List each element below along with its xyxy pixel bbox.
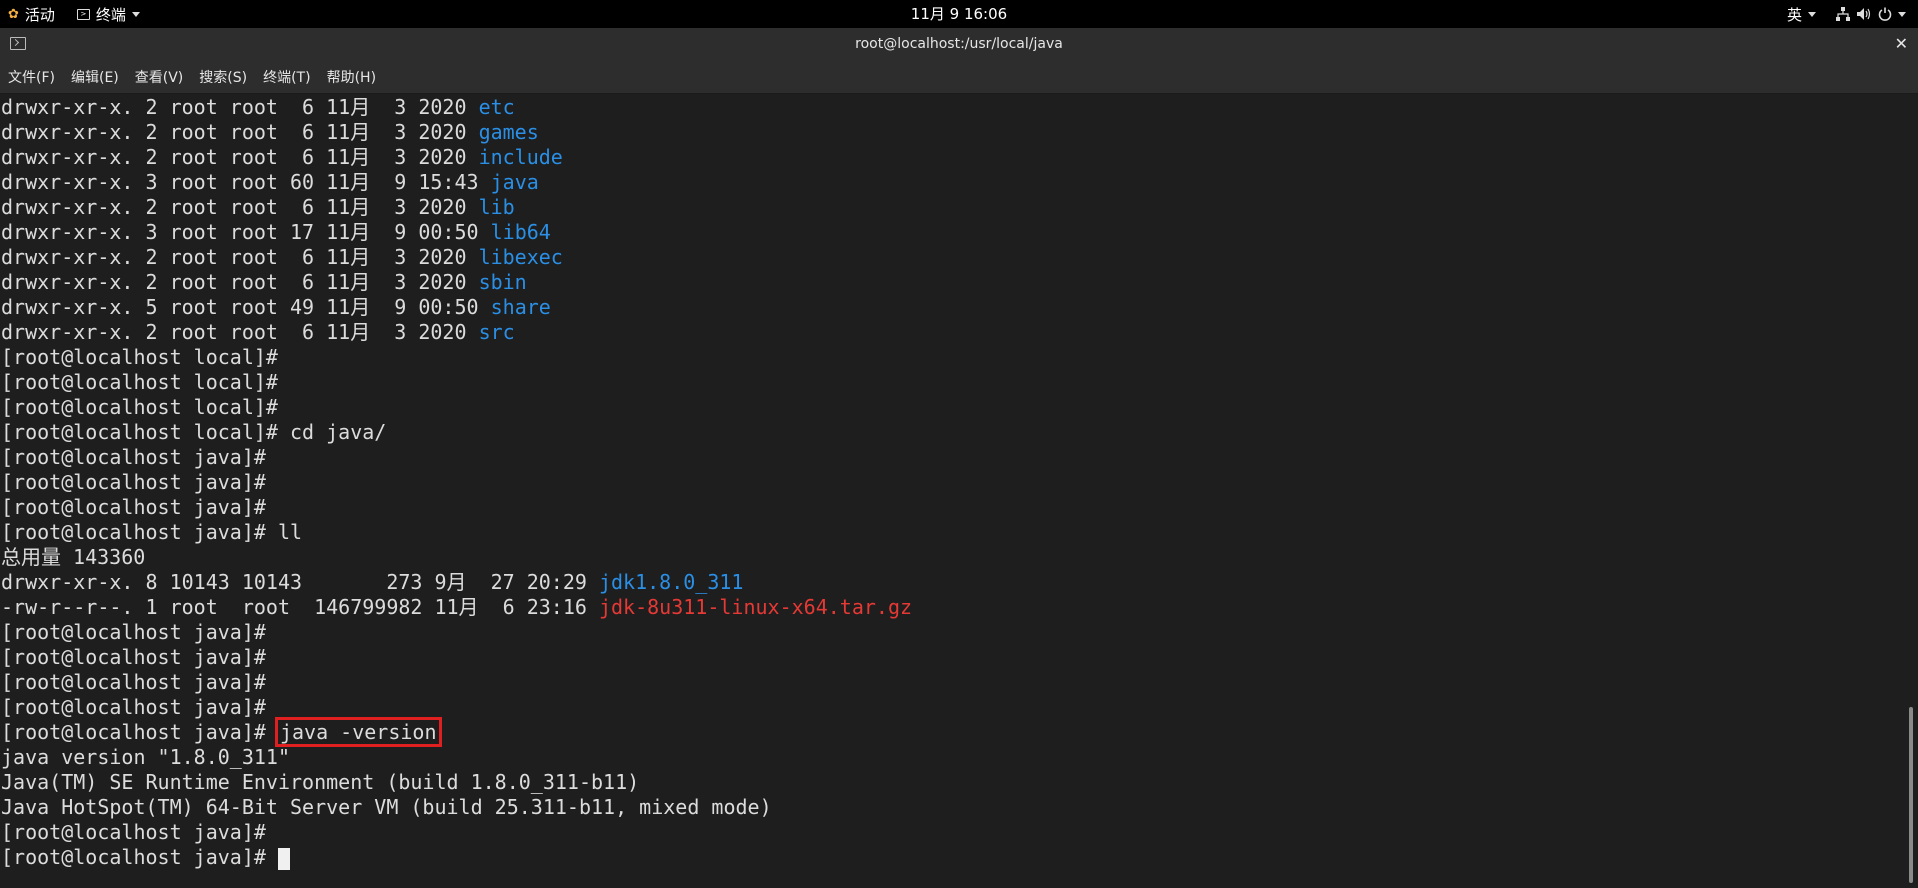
menu-search[interactable]: 搜索(S) bbox=[199, 67, 247, 87]
terminal-line: [root@localhost java]# bbox=[1, 470, 266, 494]
terminal-line: [root@localhost java]# bbox=[1, 445, 266, 469]
dir-name: include bbox=[478, 145, 563, 169]
terminal-line: drwxr-xr-x. 2 root root 6 11月 3 2020 etc bbox=[1, 95, 515, 119]
window-title-bar[interactable]: root@localhost:/usr/local/java ✕ bbox=[0, 28, 1918, 60]
chevron-down-icon bbox=[1808, 11, 1816, 17]
network-icon bbox=[1836, 7, 1850, 21]
terminal-line: [root@localhost java]# bbox=[1, 670, 266, 694]
terminal-line: drwxr-xr-x. 3 root root 17 11月 9 00:50 l… bbox=[1, 220, 551, 244]
text-cursor bbox=[277, 847, 290, 870]
chevron-down-icon bbox=[131, 11, 140, 17]
terminal-line: Java HotSpot(TM) 64-Bit Server VM (build… bbox=[1, 795, 772, 819]
terminal-line: -rw-r--r--. 1 root root 146799982 11月 6 … bbox=[1, 595, 913, 619]
terminal-line: drwxr-xr-x. 2 root root 6 11月 3 2020 inc… bbox=[1, 145, 563, 169]
activities-button[interactable]: ✿ 活动 bbox=[8, 4, 55, 25]
terminal-line: [root@localhost java]# bbox=[1, 820, 266, 844]
terminal-line: drwxr-xr-x. 2 root root 6 11月 3 2020 gam… bbox=[1, 120, 539, 144]
terminal-line: drwxr-xr-x. 3 root root 60 11月 9 15:43 j… bbox=[1, 170, 539, 194]
terminal-line: drwxr-xr-x. 2 root root 6 11月 3 2020 src bbox=[1, 320, 515, 344]
dir-name: share bbox=[490, 295, 551, 319]
menu-help[interactable]: 帮助(H) bbox=[327, 67, 376, 87]
dir-name: games bbox=[478, 120, 539, 144]
terminal-line: [root@localhost java]# bbox=[1, 645, 266, 669]
chevron-down-icon bbox=[1898, 11, 1906, 17]
terminal-line: [root@localhost java]# bbox=[0, 845, 1904, 870]
terminal-line: [root@localhost java]# bbox=[1, 620, 266, 644]
current-prompt: [root@localhost java]# bbox=[1, 845, 278, 869]
dir-name: lib64 bbox=[490, 220, 551, 244]
dir-name: jdk1.8.0_311 bbox=[598, 570, 744, 594]
terminal-line: Java(TM) SE Runtime Environment (build 1… bbox=[1, 770, 640, 794]
terminal-line: [root@localhost local]# cd java/ bbox=[1, 420, 387, 444]
archive-file-name: jdk-8u311-linux-x64.tar.gz bbox=[598, 595, 913, 619]
terminal-output[interactable]: drwxr-xr-x. 2 root root 6 11月 3 2020 etc… bbox=[0, 95, 1904, 888]
window-title: root@localhost:/usr/local/java bbox=[855, 36, 1063, 52]
dir-name: libexec bbox=[478, 245, 563, 269]
scrollbar-thumb[interactable] bbox=[1909, 707, 1913, 883]
highlighted-command: java -version bbox=[274, 717, 442, 747]
terminal-line: drwxr-xr-x. 2 root root 6 11月 3 2020 lib… bbox=[1, 245, 563, 269]
terminal-line: [root@localhost local]# bbox=[1, 395, 278, 419]
input-method-label: 英 bbox=[1786, 5, 1802, 24]
terminal-line: [root@localhost java]# ll bbox=[1, 520, 303, 544]
dir-name: etc bbox=[478, 95, 515, 119]
system-menu[interactable] bbox=[1836, 7, 1906, 21]
input-method-menu[interactable]: 英 bbox=[1787, 4, 1816, 25]
terminal-line: drwxr-xr-x. 5 root root 49 11月 9 00:50 s… bbox=[1, 295, 551, 319]
close-button[interactable]: ✕ bbox=[1895, 28, 1908, 60]
terminal-line: java version "1.8.0_311" bbox=[1, 745, 290, 769]
dir-name: src bbox=[478, 320, 515, 344]
menu-view[interactable]: 查看(V) bbox=[135, 67, 184, 87]
terminal-line: [root@localhost java]# bbox=[1, 495, 266, 519]
menu-edit[interactable]: 编辑(E) bbox=[71, 67, 119, 87]
dir-name: java bbox=[490, 170, 539, 194]
terminal-line: drwxr-xr-x. 2 root root 6 11月 3 2020 lib bbox=[1, 195, 515, 219]
menu-file[interactable]: 文件(F) bbox=[8, 67, 55, 87]
terminal-scrollbar[interactable] bbox=[1904, 95, 1918, 888]
terminal-app-icon: > bbox=[76, 8, 90, 20]
terminal-line: [root@localhost java]# java -version bbox=[1, 717, 442, 747]
menu-terminal[interactable]: 终端(T) bbox=[263, 67, 310, 87]
gnome-foot-icon: ✿ bbox=[8, 6, 19, 22]
menu-bar: 文件(F) 编辑(E) 查看(V) 搜索(S) 终端(T) 帮助(H) bbox=[0, 60, 1918, 94]
dir-name: lib bbox=[478, 195, 515, 219]
terminal-line: [root@localhost local]# bbox=[1, 370, 278, 394]
activities-label: 活动 bbox=[24, 5, 55, 24]
app-menu-label: 终端 bbox=[95, 5, 126, 24]
terminal-line: drwxr-xr-x. 8 10143 10143 273 9月 27 20:2… bbox=[1, 570, 744, 594]
gnome-top-bar: ✿ 活动 > 终端 11月 9 16:06 英 bbox=[0, 0, 1918, 28]
dir-name: sbin bbox=[478, 270, 527, 294]
volume-icon bbox=[1857, 8, 1871, 20]
power-icon bbox=[1878, 7, 1892, 21]
terminal-line: drwxr-xr-x. 2 root root 6 11月 3 2020 sbi… bbox=[1, 270, 527, 294]
terminal-line: [root@localhost local]# bbox=[1, 345, 278, 369]
terminal-line: 总用量 143360 bbox=[1, 545, 146, 569]
app-menu-button[interactable]: > 终端 bbox=[76, 4, 140, 25]
terminal-line: [root@localhost java]# bbox=[1, 695, 266, 719]
clock[interactable]: 11月 9 16:06 bbox=[911, 5, 1007, 23]
